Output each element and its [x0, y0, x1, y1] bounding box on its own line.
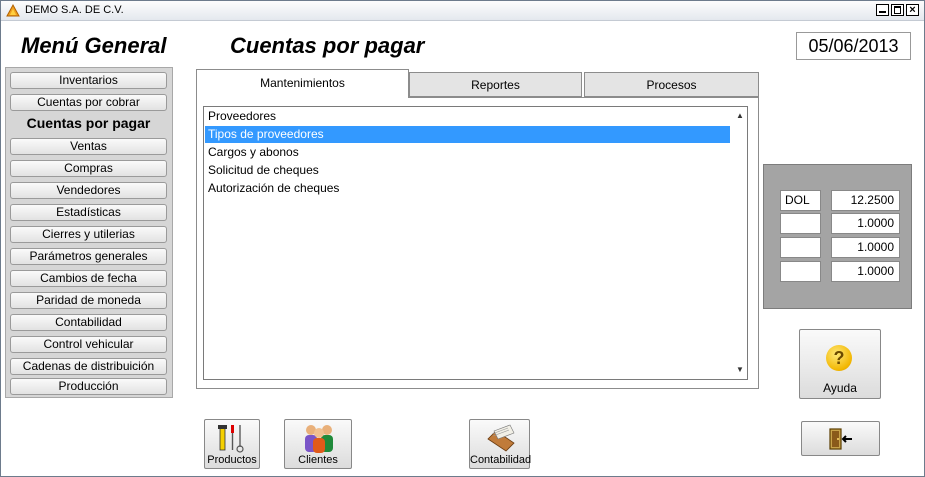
currency-rate: 12.2500 — [831, 190, 900, 211]
card-file-icon — [487, 424, 515, 452]
list-item[interactable]: Solicitud de cheques — [205, 162, 730, 179]
menu-estadisticas[interactable]: Estadísticas — [10, 204, 167, 221]
window-title: DEMO S.A. DE C.V. — [25, 4, 124, 16]
products-label: Productos — [207, 454, 257, 466]
app-window: DEMO S.A. DE C.V. × Menú General Cuentas… — [0, 0, 925, 477]
help-label: Ayuda — [823, 381, 857, 395]
menu-produccion[interactable]: Producción — [10, 378, 167, 395]
app-logo-icon — [6, 3, 20, 17]
menu-cierres-utilerias[interactable]: Cierres y utilerias — [10, 226, 167, 243]
tabs-panel: Mantenimientos Reportes Procesos Proveed… — [196, 69, 759, 389]
menu-title: Menú General — [21, 33, 167, 58]
help-icon: ? — [826, 345, 852, 371]
exit-button[interactable] — [801, 421, 880, 456]
menu-contabilidad[interactable]: Contabilidad — [10, 314, 167, 331]
menu-ventas[interactable]: Ventas — [10, 138, 167, 155]
minimize-button[interactable] — [876, 4, 889, 16]
currency-rate: 1.0000 — [831, 237, 900, 258]
list-item[interactable]: Autorización de cheques — [205, 180, 730, 197]
menu-cambios-de-fecha[interactable]: Cambios de fecha — [10, 270, 167, 287]
exit-door-icon — [829, 428, 852, 450]
currency-code — [780, 237, 821, 258]
tools-icon — [218, 425, 244, 453]
options-list[interactable]: Proveedores Tipos de proveedores Cargos … — [203, 106, 748, 380]
menu-cadenas-distribucion[interactable]: Cadenas de distribuición — [10, 358, 167, 375]
help-button[interactable]: ? Ayuda — [799, 329, 881, 399]
clients-button[interactable]: Clientes — [284, 419, 352, 469]
menu-cuentas-por-pagar[interactable]: Cuentas por pagar — [10, 116, 167, 133]
date-display: 05/06/2013 — [796, 32, 911, 60]
currency-rate: 1.0000 — [831, 261, 900, 282]
menu-parametros-generales[interactable]: Parámetros generales — [10, 248, 167, 265]
accounting-label: Contabilidad — [470, 454, 532, 466]
menu-paridad-de-moneda[interactable]: Paridad de moneda — [10, 292, 167, 309]
maximize-button[interactable] — [891, 4, 904, 16]
title-bar: DEMO S.A. DE C.V. × — [1, 1, 924, 21]
tab-content: Proveedores Tipos de proveedores Cargos … — [196, 97, 759, 389]
currency-code — [780, 261, 821, 282]
tab-mantenimientos[interactable]: Mantenimientos — [196, 69, 409, 98]
menu-vendedores[interactable]: Vendedores — [10, 182, 167, 199]
list-item[interactable]: Cargos y abonos — [205, 144, 730, 161]
products-button[interactable]: Productos — [204, 419, 260, 469]
tab-reportes[interactable]: Reportes — [409, 72, 582, 97]
clients-label: Clientes — [298, 454, 338, 466]
tab-procesos[interactable]: Procesos — [584, 72, 759, 97]
scroll-up-arrow[interactable]: ▲ — [734, 111, 746, 120]
currency-code: DOL — [780, 190, 821, 211]
close-button[interactable]: × — [906, 4, 919, 16]
scroll-down-arrow[interactable]: ▼ — [734, 365, 746, 374]
menu-cuentas-por-cobrar[interactable]: Cuentas por cobrar — [10, 94, 167, 111]
menu-inventarios[interactable]: Inventarios — [10, 72, 167, 89]
menu-compras[interactable]: Compras — [10, 160, 167, 177]
currency-rate: 1.0000 — [831, 213, 900, 234]
page-title: Cuentas por pagar — [230, 33, 425, 58]
accounting-button[interactable]: Contabilidad — [469, 419, 532, 469]
exchange-rate-panel: DOL 12.2500 1.0000 1.0000 1.0000 — [763, 164, 912, 309]
users-icon — [305, 425, 333, 453]
menu-control-vehicular[interactable]: Control vehicular — [10, 336, 167, 353]
main-menu: Inventarios Cuentas por cobrar Cuentas p… — [5, 67, 173, 398]
currency-code — [780, 213, 821, 234]
list-item[interactable]: Tipos de proveedores — [205, 126, 730, 143]
list-item[interactable]: Proveedores — [205, 108, 730, 125]
